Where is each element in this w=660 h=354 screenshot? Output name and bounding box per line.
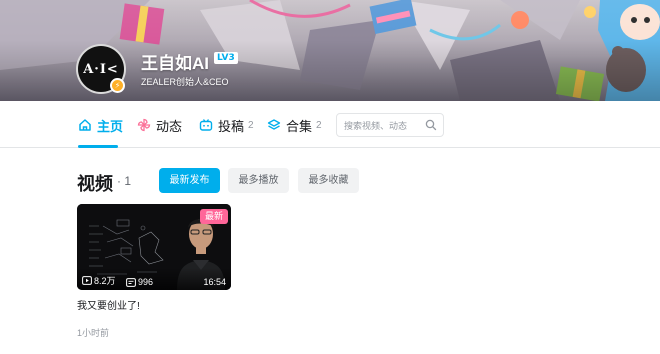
home-icon xyxy=(79,119,91,131)
play-count-icon xyxy=(82,276,92,285)
lightning-icon: ⚡ xyxy=(114,80,121,90)
new-badge: 最新 xyxy=(199,209,228,224)
profile-nav: 主页 动态 投稿 2 合集 2 xyxy=(0,101,660,148)
tab-collections-label: 合集 xyxy=(286,118,313,134)
section-count: · 1 xyxy=(117,174,132,188)
tab-dynamic[interactable]: 动态 xyxy=(137,115,182,135)
pinwheel-icon xyxy=(137,118,151,132)
avatar-logo-text: A·I< xyxy=(83,61,119,77)
video-publish-time: 1小时前 xyxy=(77,328,110,338)
comment-count: 996 xyxy=(126,277,153,287)
search-box[interactable] xyxy=(336,113,444,137)
video-cover[interactable]: 最新 8.2万 996 16:54 xyxy=(77,204,231,290)
view-count: 8.2万 xyxy=(82,274,116,287)
comment-count-value: 996 xyxy=(138,277,154,287)
tab-uploads-count: 2 xyxy=(248,119,254,131)
section-title: 视频 xyxy=(77,174,113,194)
video-title[interactable]: 我又要创业了! xyxy=(77,297,140,312)
video-duration: 16:54 xyxy=(203,277,226,287)
tab-home-label: 主页 xyxy=(97,118,124,134)
username[interactable]: 王自如AI xyxy=(141,49,209,74)
tab-collections[interactable]: 合集 2 xyxy=(267,115,322,135)
tab-collections-count: 2 xyxy=(316,119,322,131)
sort-latest-button[interactable]: 最新发布 xyxy=(159,168,220,193)
search-icon[interactable] xyxy=(425,119,437,131)
level-badge: LV3 xyxy=(214,52,238,64)
user-signature: ZEALER创始人&CEO xyxy=(141,77,229,87)
view-count-value: 8.2万 xyxy=(94,276,116,286)
danmaku-icon xyxy=(126,277,136,287)
sort-most-favorited-button[interactable]: 最多收藏 xyxy=(298,168,359,193)
tv-icon xyxy=(199,119,213,131)
layers-icon xyxy=(267,119,281,130)
verified-badge-icon: ⚡ xyxy=(110,78,125,93)
tab-uploads[interactable]: 投稿 2 xyxy=(199,115,254,135)
tab-uploads-label: 投稿 xyxy=(218,118,245,134)
search-input[interactable] xyxy=(337,115,421,137)
sort-most-played-button[interactable]: 最多播放 xyxy=(228,168,289,193)
tab-home[interactable]: 主页 xyxy=(78,115,123,135)
active-tab-indicator xyxy=(78,145,118,148)
tab-dynamic-label: 动态 xyxy=(156,118,183,134)
